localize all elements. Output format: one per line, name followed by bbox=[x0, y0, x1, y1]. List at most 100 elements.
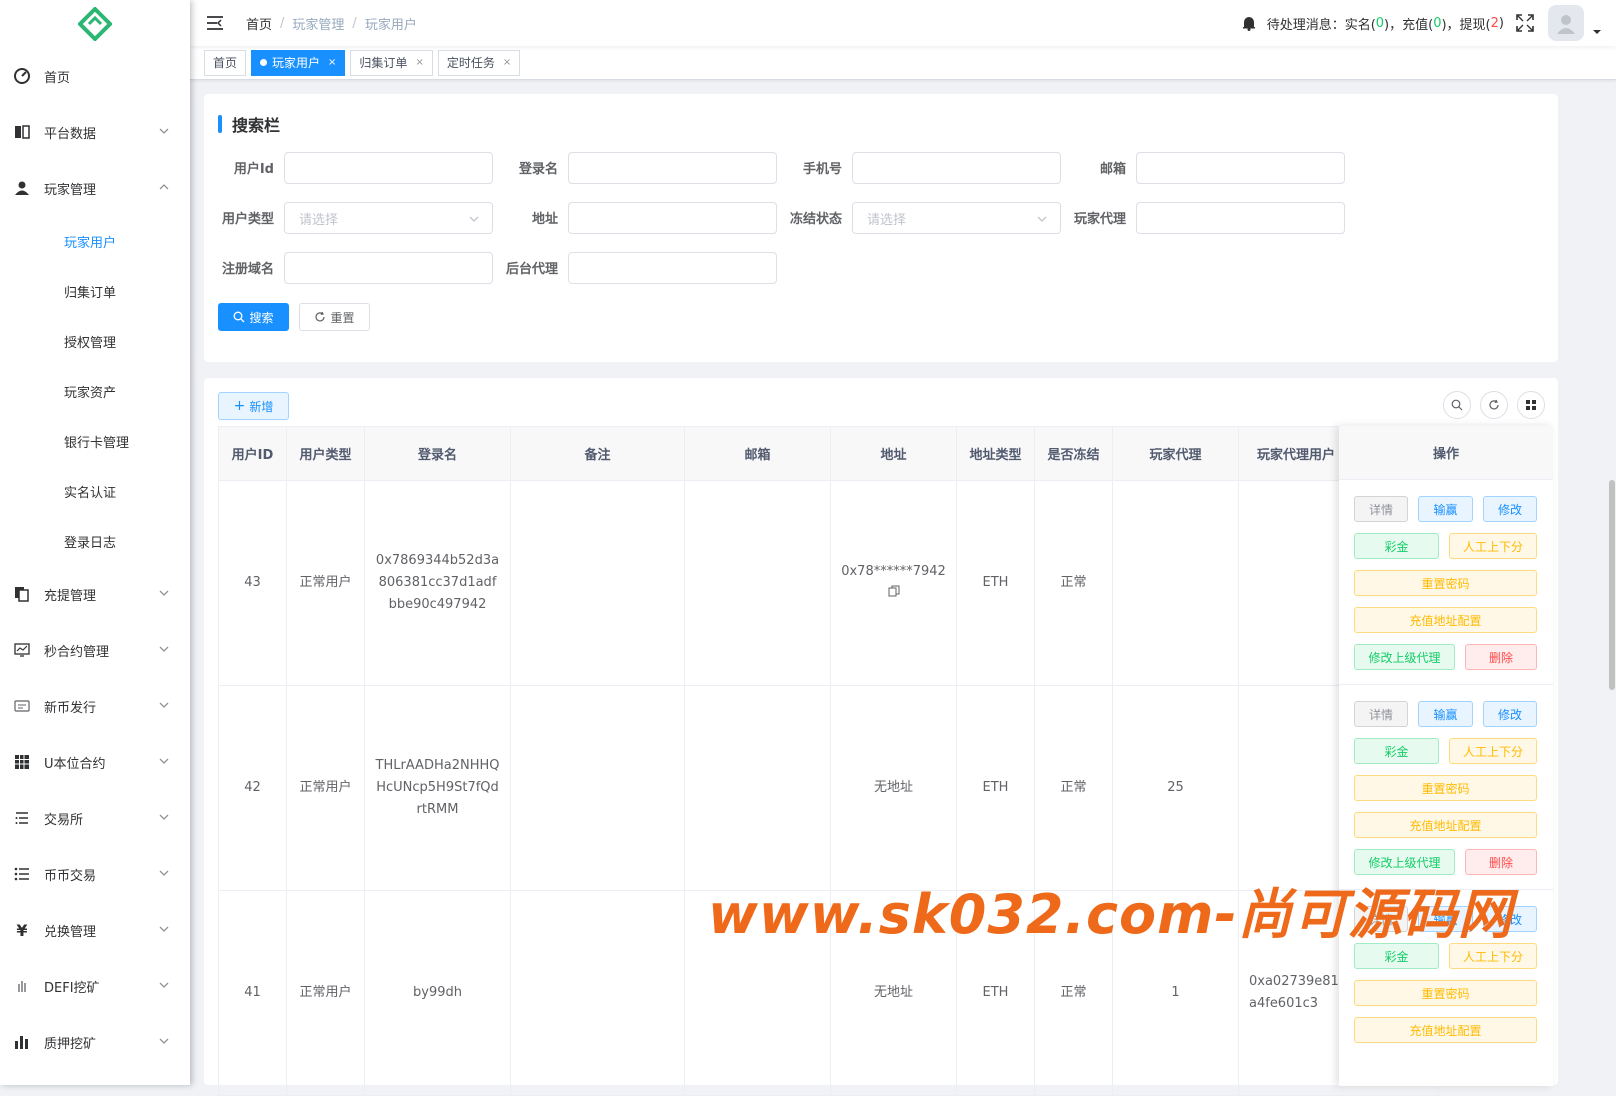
player-agent-input[interactable] bbox=[1136, 202, 1345, 234]
sidebar-item-player-mgmt[interactable]: 玩家管理 bbox=[0, 160, 190, 216]
tag-collect-orders[interactable]: 归集订单× bbox=[350, 50, 432, 76]
search-icon bbox=[233, 311, 245, 323]
col-email[interactable]: 邮箱 bbox=[685, 427, 831, 481]
reg-domain-input[interactable] bbox=[284, 252, 493, 284]
col-remark[interactable]: 备注 bbox=[511, 427, 685, 481]
col-user-id[interactable]: 用户ID bbox=[219, 427, 287, 481]
search-button[interactable]: 搜索 bbox=[218, 303, 289, 331]
col-player-agent[interactable]: 玩家代理 bbox=[1113, 427, 1239, 481]
coin-icon bbox=[14, 698, 30, 714]
sidebar-subitem-realname[interactable]: 实名认证 bbox=[0, 466, 190, 516]
col-login-name[interactable]: 登录名 bbox=[365, 427, 511, 481]
email-input[interactable] bbox=[1136, 152, 1345, 184]
manual-score-button[interactable]: 人工上下分 bbox=[1449, 738, 1537, 764]
sidebar-subitem-player-assets[interactable]: 玩家资产 bbox=[0, 366, 190, 416]
sidebar-item-second-contract[interactable]: 秒合约管理 bbox=[0, 622, 190, 678]
chevron-down-icon bbox=[158, 755, 170, 767]
sidebar-item-exchange[interactable]: 交易所 bbox=[0, 790, 190, 846]
withdraw-count: 2 bbox=[1491, 16, 1499, 31]
sidebar-item-recharge[interactable]: 充提管理 bbox=[0, 566, 190, 622]
table-row: 43 正常用户 0x7869344b52d3a806381cc37d1adfbb… bbox=[219, 481, 1439, 686]
sidebar-item-label: U本位合约 bbox=[44, 753, 106, 772]
tag-player-users[interactable]: 玩家用户× bbox=[251, 50, 345, 76]
sidebar-subitem-bank-cards[interactable]: 银行卡管理 bbox=[0, 416, 190, 466]
active-dot bbox=[260, 59, 267, 66]
recharge-addr-button[interactable]: 充值地址配置 bbox=[1354, 607, 1537, 633]
sidebar-item-coin-trade[interactable]: 币币交易 bbox=[0, 846, 190, 902]
col-user-type[interactable]: 用户类型 bbox=[287, 427, 365, 481]
chevron-down-icon bbox=[158, 699, 170, 711]
sidebar-item-staking[interactable]: 质押挖矿 bbox=[0, 1014, 190, 1070]
edit-parent-agent-button[interactable]: 修改上级代理 bbox=[1354, 644, 1455, 670]
tag-home[interactable]: 首页 bbox=[204, 50, 246, 76]
col-address-type[interactable]: 地址类型 bbox=[957, 427, 1035, 481]
edit-button[interactable]: 修改 bbox=[1483, 496, 1537, 522]
sidebar-subitem-collect-orders[interactable]: 归集订单 bbox=[0, 266, 190, 316]
plus-icon: + bbox=[234, 398, 246, 414]
bonus-button[interactable]: 彩金 bbox=[1354, 533, 1439, 559]
detail-button[interactable]: 详情 bbox=[1354, 496, 1408, 522]
delete-button[interactable]: 删除 bbox=[1465, 644, 1537, 670]
vertical-scrollbar[interactable] bbox=[1609, 480, 1615, 690]
recharge-addr-button[interactable]: 充值地址配置 bbox=[1354, 1017, 1537, 1043]
cell-login: by99dh bbox=[365, 891, 511, 1096]
edit-button[interactable]: 修改 bbox=[1483, 701, 1537, 727]
recharge-addr-button[interactable]: 充值地址配置 bbox=[1354, 812, 1537, 838]
breadcrumb-home[interactable]: 首页 bbox=[246, 14, 272, 33]
manual-score-button[interactable]: 人工上下分 bbox=[1449, 533, 1537, 559]
sidebar-item-home[interactable]: 首页 bbox=[0, 48, 190, 104]
detail-button[interactable]: 详情 bbox=[1354, 701, 1408, 727]
reset-button[interactable]: 重置 bbox=[299, 303, 370, 331]
recharge-count: 0 bbox=[1433, 16, 1441, 31]
close-icon[interactable]: × bbox=[328, 51, 336, 75]
refresh-button[interactable] bbox=[1480, 391, 1508, 419]
user-type-select[interactable]: 请选择 bbox=[284, 202, 493, 234]
address-input[interactable] bbox=[568, 202, 777, 234]
columns-button[interactable] bbox=[1517, 391, 1545, 419]
win-lose-button[interactable]: 输赢 bbox=[1418, 496, 1473, 522]
backend-agent-input[interactable] bbox=[568, 252, 777, 284]
copy-icon[interactable] bbox=[888, 585, 900, 597]
user-id-input[interactable] bbox=[284, 152, 493, 184]
user-menu[interactable] bbox=[1534, 5, 1602, 41]
address-text: 0x78******7942 bbox=[841, 561, 946, 583]
sidebar-subitem-login-log[interactable]: 登录日志 bbox=[0, 516, 190, 566]
tag-scheduled-tasks[interactable]: 定时任务× bbox=[438, 50, 520, 76]
win-lose-button[interactable]: 输赢 bbox=[1418, 701, 1473, 727]
fullscreen-icon[interactable] bbox=[1516, 14, 1534, 32]
login-name-input[interactable] bbox=[568, 152, 777, 184]
col-address[interactable]: 地址 bbox=[831, 427, 957, 481]
reset-password-button[interactable]: 重置密码 bbox=[1354, 775, 1537, 801]
breadcrumb-player-mgmt[interactable]: 玩家管理 bbox=[292, 14, 344, 33]
cell-frozen: 正常 bbox=[1035, 686, 1113, 891]
logo[interactable] bbox=[0, 0, 190, 48]
sidebar-item-new-coin[interactable]: 新币发行 bbox=[0, 678, 190, 734]
refresh-icon bbox=[1488, 399, 1500, 411]
col-frozen[interactable]: 是否冻结 bbox=[1035, 427, 1113, 481]
sidebar-item-defi[interactable]: DEFI挖矿 bbox=[0, 958, 190, 1014]
close-icon[interactable]: × bbox=[503, 51, 511, 75]
chevron-down-icon bbox=[158, 1035, 170, 1047]
toggle-search-button[interactable] bbox=[1443, 391, 1471, 419]
hamburger-icon[interactable] bbox=[206, 14, 224, 32]
sidebar-item-convert[interactable]: ¥ 兑换管理 bbox=[0, 902, 190, 958]
watermark: www.sk032.com-尚可源码网 bbox=[708, 870, 1513, 949]
bar-chart-icon bbox=[14, 1034, 30, 1050]
sidebar-item-u-contract[interactable]: U本位合约 bbox=[0, 734, 190, 790]
sidebar-subitem-auth-mgmt[interactable]: 授权管理 bbox=[0, 316, 190, 366]
chevron-down-icon bbox=[1036, 213, 1048, 225]
pending-notice[interactable]: 待处理消息：实名( 0 )，充值( 0 )，提现( 2 ) bbox=[1241, 14, 1504, 33]
chevron-down-icon bbox=[158, 923, 170, 935]
freeze-status-select[interactable]: 请选择 bbox=[852, 202, 1061, 234]
reset-password-button[interactable]: 重置密码 bbox=[1354, 980, 1537, 1006]
phone-input[interactable] bbox=[852, 152, 1061, 184]
sidebar-item-label: 玩家管理 bbox=[44, 179, 96, 198]
add-button[interactable]: + 新增 bbox=[218, 392, 289, 420]
reset-password-button[interactable]: 重置密码 bbox=[1354, 570, 1537, 596]
avatar[interactable] bbox=[1548, 5, 1584, 41]
bonus-button[interactable]: 彩金 bbox=[1354, 738, 1439, 764]
sidebar-subitem-player-users[interactable]: 玩家用户 bbox=[0, 216, 190, 266]
breadcrumb-current: 玩家用户 bbox=[365, 14, 417, 33]
close-icon[interactable]: × bbox=[415, 51, 423, 75]
sidebar-item-platform-data[interactable]: 平台数据 bbox=[0, 104, 190, 160]
